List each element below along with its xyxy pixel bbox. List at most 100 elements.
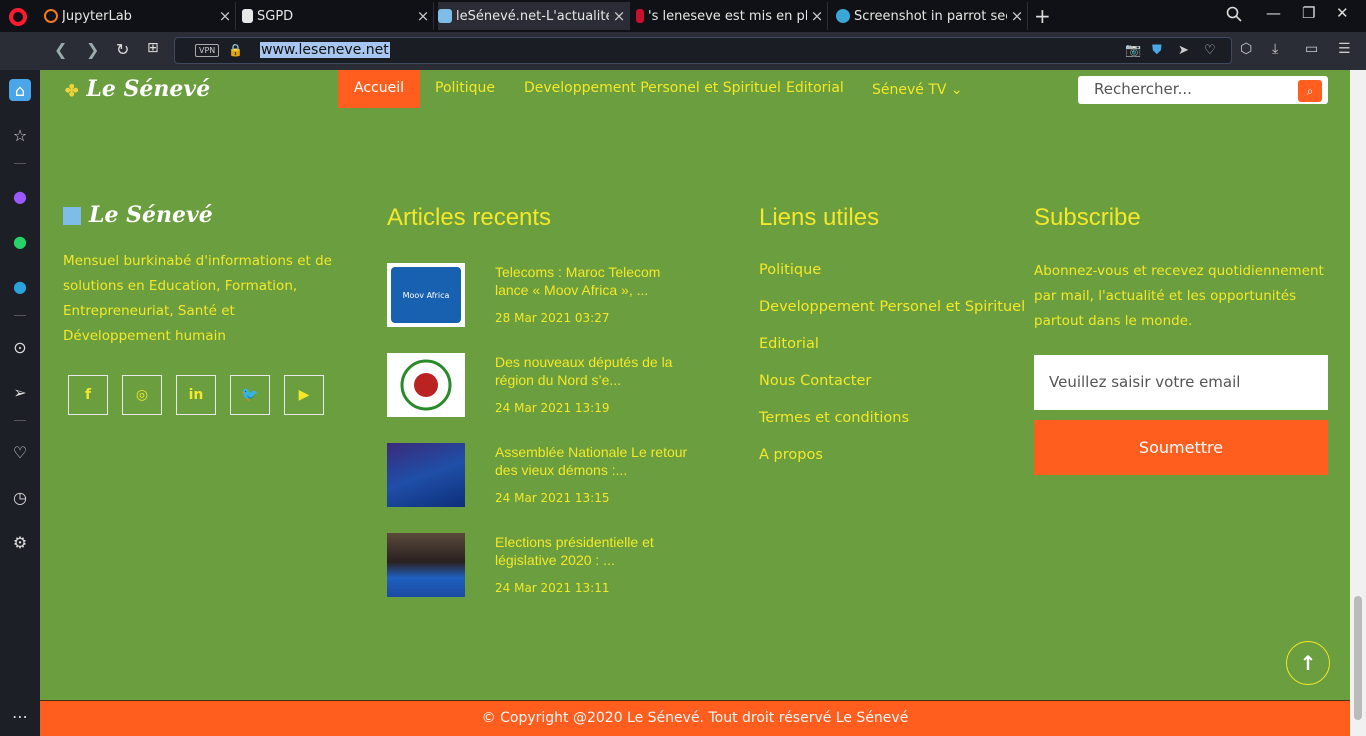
article-thumbnail[interactable] [387, 353, 465, 417]
extensions-cube-icon[interactable]: ⬡ [1240, 41, 1252, 57]
more-icon[interactable]: ⋯ [9, 705, 31, 727]
youtube-icon[interactable]: ▶ [284, 375, 324, 415]
search-input[interactable]: Rechercher... [1094, 80, 1192, 98]
article-title[interactable]: Assemblée Nationale Le retour des vieux … [495, 443, 690, 479]
home-icon[interactable]: ⌂ [9, 79, 31, 101]
article-title[interactable]: Des nouveaux députés de la région du Nor… [495, 353, 690, 389]
new-tab-button[interactable]: + [1034, 4, 1051, 28]
send-icon[interactable]: ➢ [9, 381, 31, 403]
tab-title: leSénevé.net-L'actualité [456, 8, 609, 24]
adblock-shield-icon[interactable]: ⛊ [1152, 43, 1162, 58]
tab-close-icon[interactable]: × [1007, 7, 1027, 25]
article-item[interactable]: Elections présidentielle et législative … [387, 533, 687, 597]
email-field[interactable]: Veuillez saisir votre email [1034, 355, 1328, 410]
battery-saver-icon[interactable]: ▭ [1305, 41, 1318, 57]
page-scrollbar[interactable] [1350, 70, 1366, 736]
tab-leneseve[interactable]: 's leneseve est mis en pl × [636, 2, 828, 30]
tab-screenshot-parrot[interactable]: Screenshot in parrot sec × [836, 2, 1028, 30]
link-contact[interactable]: Nous Contacter [759, 373, 871, 389]
snapshot-icon[interactable]: 📷 [1125, 43, 1141, 58]
tab-search-icon[interactable] [1226, 6, 1242, 26]
article-thumbnail[interactable] [387, 443, 465, 507]
facebook-icon[interactable]: f [68, 375, 108, 415]
article-date: 28 Mar 2021 03:27 [495, 311, 610, 325]
link-developpement[interactable]: Developpement Personel et Spirituel [759, 299, 1025, 315]
submit-button[interactable]: Soumettre [1034, 420, 1328, 475]
nav-politique[interactable]: Politique [435, 70, 495, 108]
logo-flower-icon: ✤ [65, 81, 79, 100]
parrot-favicon-icon [836, 9, 850, 23]
player-icon[interactable]: ⊙ [9, 336, 31, 358]
site-logo[interactable]: ✤ Le Sénevé [65, 76, 210, 102]
whatsapp-icon[interactable]: ● [9, 230, 31, 252]
close-window-icon[interactable]: ✕ [1336, 4, 1349, 22]
link-about[interactable]: A propos [759, 447, 823, 463]
tab-title: SGPD [257, 8, 294, 24]
restore-icon[interactable]: ❐ [1302, 4, 1315, 22]
tab-leseneve[interactable]: leSénevé.net-L'actualité × [438, 2, 630, 30]
search-icon[interactable]: ⌕ [1298, 80, 1322, 102]
article-date: 24 Mar 2021 13:19 [495, 401, 610, 415]
nav-editorial[interactable]: Editorial [786, 70, 844, 108]
bookmarks-icon[interactable]: ☆ [9, 124, 31, 146]
article-item[interactable]: Assemblée Nationale Le retour des vieux … [387, 443, 687, 507]
tab-close-icon[interactable]: × [413, 7, 433, 25]
tab-jupyterlab[interactable]: JupyterLab × [44, 2, 236, 30]
reload-icon[interactable]: ↻ [116, 40, 129, 59]
bookmark-heart-icon[interactable]: ♡ [1204, 43, 1216, 58]
forward-icon[interactable]: ❯ [86, 40, 99, 59]
tab-close-icon[interactable]: × [807, 7, 827, 25]
tab-sgpd[interactable]: SGPD × [242, 2, 434, 30]
copyright-bar: © Copyright @2020 Le Sénevé. Tout droit … [40, 700, 1350, 736]
article-title[interactable]: Elections présidentielle et législative … [495, 533, 690, 569]
minimize-icon[interactable]: — [1266, 4, 1281, 22]
logo-text: Le Sénevé [86, 76, 211, 102]
history-icon[interactable]: ◷ [9, 486, 31, 508]
leseneve-favicon-icon [438, 9, 452, 23]
tabs-overview-icon[interactable]: ⊞ [147, 40, 159, 56]
sidebar-divider [14, 420, 26, 421]
email-placeholder: Veuillez saisir votre email [1049, 373, 1241, 391]
link-editorial[interactable]: Editorial [759, 336, 819, 352]
tab-close-icon[interactable]: × [215, 7, 235, 25]
url-field[interactable]: VPN 🔒 www.leseneve.net 📷 ⛊ ➤ ♡ [174, 37, 1232, 64]
address-bar: ❮ ❯ ↻ ⊞ VPN 🔒 www.leseneve.net 📷 ⛊ ➤ ♡ ⬡… [0, 32, 1366, 70]
link-politique[interactable]: Politique [759, 262, 821, 278]
tab-title: Screenshot in parrot sec [854, 8, 1007, 24]
link-terms[interactable]: Termes et conditions [759, 410, 909, 426]
copyright-text: © Copyright @2020 Le Sénevé. Tout droit … [481, 710, 909, 726]
settings-icon[interactable]: ⚙ [9, 531, 31, 553]
twitter-icon[interactable]: 🐦 [230, 375, 270, 415]
back-icon[interactable]: ❮ [54, 40, 67, 59]
article-item[interactable]: Moov Africa Telecoms : Maroc Telecom lan… [387, 263, 687, 327]
send-page-icon[interactable]: ➤ [1178, 43, 1189, 58]
nav-developpement[interactable]: Developpement Personel et Spirituel [524, 70, 781, 108]
article-thumbnail[interactable]: Moov Africa [387, 263, 465, 327]
article-title[interactable]: Telecoms : Maroc Telecom lance « Moov Af… [495, 263, 690, 299]
article-thumbnail[interactable] [387, 533, 465, 597]
opera-menu-icon[interactable] [9, 8, 27, 26]
nav-accueil[interactable]: Accueil [338, 70, 420, 108]
article-date: 24 Mar 2021 13:11 [495, 581, 610, 595]
downloads-icon[interactable]: ⤓ [1272, 41, 1278, 57]
url-text[interactable]: www.leseneve.net [260, 42, 390, 58]
linkedin-icon[interactable]: in [176, 375, 216, 415]
scroll-to-top-button[interactable]: ↑ [1286, 641, 1330, 685]
tab-close-icon[interactable]: × [609, 7, 629, 25]
easy-setup-icon[interactable]: ☰ [1338, 41, 1351, 57]
lock-icon[interactable]: 🔒 [228, 43, 243, 57]
site-description: Mensuel burkinabé d'informations et de s… [63, 253, 332, 344]
heart-icon[interactable]: ♡ [9, 441, 31, 463]
search-box[interactable]: Rechercher... ⌕ [1078, 76, 1328, 104]
vpn-badge[interactable]: VPN [195, 44, 220, 57]
instagram-icon[interactable]: ◎ [122, 375, 162, 415]
nav-seneve-tv[interactable]: Sénevé TV ⌄ [872, 72, 963, 110]
site-navbar: ✤ Le Sénevé Accueil Politique Developpeme… [40, 70, 1350, 108]
scrollbar-thumb[interactable] [1354, 596, 1362, 720]
telegram-icon[interactable]: ● [9, 275, 31, 297]
tab-title: 's leneseve est mis en pl [648, 8, 807, 24]
sidebar-divider [14, 163, 26, 164]
red-favicon-icon [636, 9, 644, 23]
messenger-icon[interactable]: ● [9, 185, 31, 207]
article-item[interactable]: Des nouveaux députés de la région du Nor… [387, 353, 687, 417]
